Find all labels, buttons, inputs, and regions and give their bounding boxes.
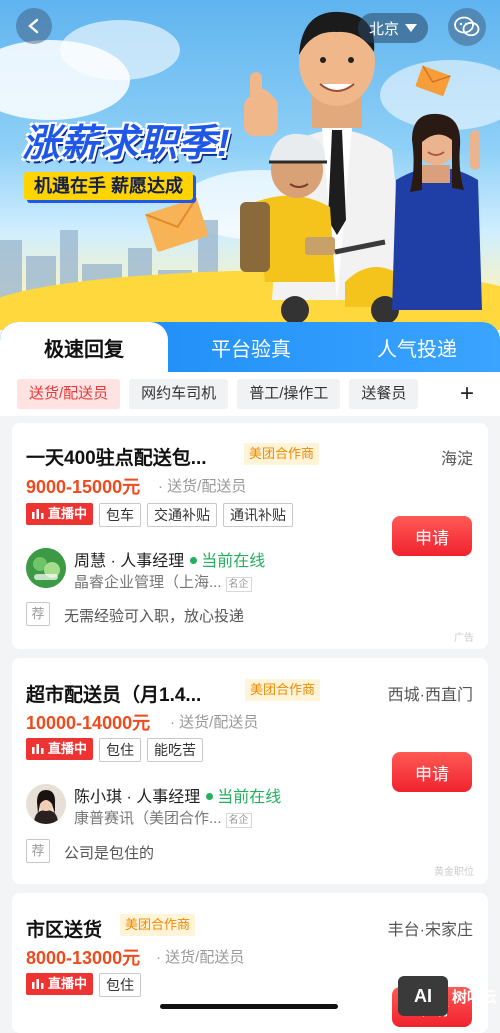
banner-headline: 涨薪求职季!	[22, 123, 231, 165]
company-name: 康普赛讯（美团合作... 名企	[74, 807, 252, 828]
job-tag: 包车	[99, 503, 142, 527]
banner-tagline: 机遇在手 薪愿达成	[24, 172, 194, 200]
live-bars-icon	[32, 509, 44, 519]
tab-popular[interactable]: 人气投递	[334, 322, 500, 372]
tag-row: 直播中 包住	[26, 973, 142, 997]
partner-badge: 美团合作商	[245, 679, 321, 701]
chevron-left-icon	[28, 18, 39, 34]
job-category: · 送货/配送员	[170, 714, 259, 731]
company-name: 晶睿企业管理（上海... 名企	[74, 571, 252, 592]
job-tag: 包住	[99, 738, 142, 762]
job-title: 市区送货	[26, 920, 103, 941]
city-selector[interactable]: 北京	[358, 13, 428, 43]
live-bars-icon	[32, 979, 44, 989]
chat-button[interactable]	[448, 8, 486, 46]
woman-illustration	[392, 113, 482, 310]
job-title: 超市配送员（月1.4...	[26, 685, 202, 706]
chips-fade	[448, 372, 500, 416]
job-salary: 8000-13000元	[26, 948, 141, 968]
live-badge[interactable]: 直播中	[26, 973, 94, 995]
job-tag: 包住	[99, 973, 142, 997]
live-badge[interactable]: 直播中	[26, 738, 94, 760]
job-tag: 能吃苦	[147, 738, 204, 762]
watermark-logo: AI	[398, 976, 448, 1016]
job-salary: 9000-15000元	[26, 477, 141, 497]
caret-down-icon	[405, 24, 417, 32]
job-title: 一天400驻点配送包...	[26, 448, 207, 469]
recruiter-info: 周慧 · 人事经理 当前在线	[74, 553, 266, 570]
live-badge[interactable]: 直播中	[26, 503, 94, 525]
online-dot	[190, 557, 198, 564]
category-filter-bar: 送货/配送员 网约车司机 普工/操作工 送餐员	[0, 372, 500, 416]
home-indicator	[160, 1004, 338, 1009]
cloud-decoration	[60, 20, 180, 80]
ad-label: 广告	[454, 633, 474, 644]
partner-badge: 美团合作商	[120, 914, 196, 936]
job-category: · 送货/配送员	[158, 478, 247, 495]
filter-chip[interactable]: 网约车司机	[129, 379, 229, 409]
job-tag: 通讯补贴	[223, 503, 294, 527]
recommend-icon: 荐	[26, 602, 50, 626]
apply-button[interactable]: 申请	[392, 752, 472, 792]
job-salary: 10000-14000元	[26, 713, 151, 733]
add-filter-button[interactable]: +	[460, 382, 474, 406]
job-location: 海淀	[440, 451, 473, 468]
tab-verified[interactable]: 平台验真	[168, 322, 334, 372]
promo-banner[interactable]: 北京 涨薪求职季! 机遇在手 薪愿达成	[0, 0, 500, 330]
recommend-icon: 荐	[26, 839, 50, 863]
sort-tabs: 极速回复 平台验真 人气投递	[0, 322, 500, 372]
city-label: 北京	[368, 20, 399, 38]
avatar[interactable]	[26, 548, 66, 588]
chat-icon	[454, 16, 480, 37]
recruiter-info: 陈小琪 · 人事经理 当前在线	[74, 789, 282, 806]
filter-chip[interactable]: 送货/配送员	[17, 379, 121, 409]
job-tag: 交通补贴	[147, 503, 218, 527]
avatar[interactable]	[26, 784, 66, 824]
watermark-text: 树叶云	[452, 988, 498, 1006]
job-category: · 送货/配送员	[156, 949, 245, 966]
recommend-text: 公司是包住的	[64, 845, 155, 862]
recommend-text: 无需经验可入职，放心投递	[64, 608, 245, 625]
partner-badge: 美团合作商	[244, 443, 320, 465]
thumbs-up-illustration	[244, 72, 278, 136]
job-location: 丰台·宋家庄	[387, 922, 473, 939]
job-card[interactable]: 一天400驻点配送包... 美团合作商 海淀 9000-15000元 · 送货/…	[12, 423, 488, 649]
apply-button[interactable]: 申请	[392, 516, 472, 556]
premium-label: 黄金职位	[434, 867, 474, 878]
filter-chip[interactable]: 送餐员	[349, 379, 419, 409]
job-location: 西城·西直门	[387, 687, 473, 704]
tag-row: 直播中 包车 交通补贴 通讯补贴	[26, 503, 294, 527]
watermark: AI 树叶云	[398, 976, 497, 1016]
back-button[interactable]	[16, 8, 52, 44]
live-bars-icon	[32, 744, 44, 754]
job-card[interactable]: 超市配送员（月1.4... 美团合作商 西城·西直门 10000-14000元 …	[12, 658, 488, 884]
filter-chip[interactable]: 普工/操作工	[237, 379, 341, 409]
online-dot	[206, 793, 214, 800]
tab-fast-reply[interactable]: 极速回复	[0, 322, 168, 372]
tag-row: 直播中 包住 能吃苦	[26, 738, 204, 762]
